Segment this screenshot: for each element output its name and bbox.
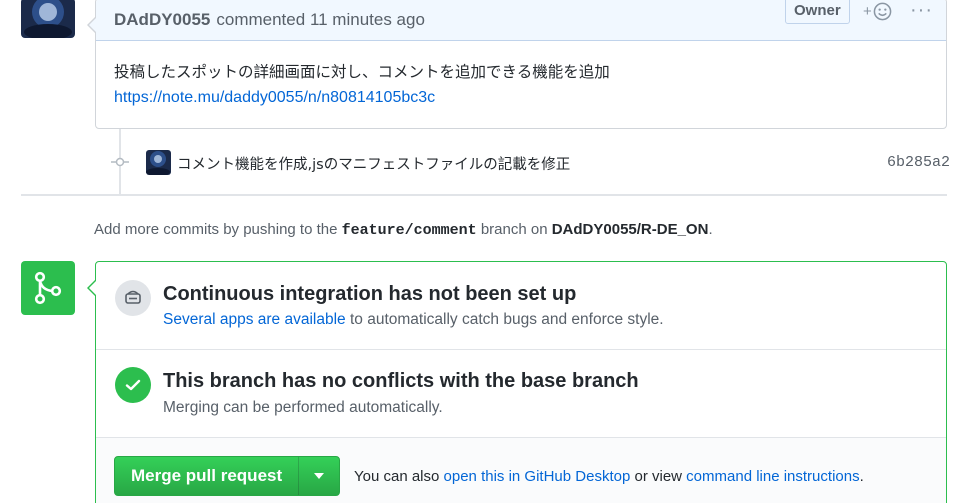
conflicts-subtitle: Merging can be performed automatically. (163, 399, 443, 416)
git-commit-icon (111, 157, 129, 167)
merge-button-group: Merge pull request (114, 456, 341, 496)
comment-author[interactable]: DAdDY0055 (114, 10, 210, 30)
push-hint-middle: branch on (476, 221, 552, 238)
conflicts-title: This branch has no conflicts with the ba… (163, 370, 639, 392)
smiley-icon (873, 2, 892, 20)
comment-author-avatar[interactable] (21, 0, 75, 38)
plus-label: + (863, 2, 872, 20)
merge-status-box: Continuous integration has not been set … (87, 261, 947, 503)
commit-sha[interactable]: 6b285a2 (887, 154, 950, 171)
merge-alt-middle: or view (630, 468, 687, 485)
push-hint: Add more commits by pushing to the featu… (94, 221, 713, 239)
merge-pull-request-button[interactable]: Merge pull request (115, 457, 300, 495)
check-icon (115, 367, 151, 403)
ci-status-icon (115, 280, 151, 316)
comment-text: 投稿したスポットの詳細画面に対し、コメントを追加できる機能を追加 (114, 63, 610, 81)
push-hint-suffix: . (708, 221, 713, 238)
merge-alt-suffix: . (859, 468, 864, 485)
add-reaction-button[interactable]: + (863, 0, 892, 22)
merge-action-section: Merge pull request You can also open thi… (96, 438, 946, 503)
comment-action: commented (216, 9, 306, 29)
merge-alt-prefix: You can also (354, 468, 444, 485)
apps-available-link[interactable]: Several apps are available (163, 311, 346, 328)
comment-timestamp[interactable]: 11 minutes ago (310, 10, 425, 30)
command-line-instructions-link[interactable]: command line instructions (686, 468, 859, 485)
ci-title: Continuous integration has not been set … (163, 283, 577, 305)
comment-box: DAdDY0055 commented 11 minutes ago Owner… (87, 0, 947, 129)
repo-name: DAdDY0055/R-DE_ON (551, 221, 709, 238)
merge-method-dropdown[interactable] (299, 457, 339, 495)
conflicts-section: This branch has no conflicts with the ba… (96, 350, 946, 438)
caret-down-icon (314, 473, 325, 479)
ci-subtitle: Several apps are available to automatica… (163, 311, 664, 329)
comment-link[interactable]: https://note.mu/daddy0055/n/n80814105bc3… (114, 85, 946, 111)
comment-body: 投稿したスポットの詳細画面に対し、コメントを追加できる機能を追加 https:/… (96, 41, 946, 111)
commit-message[interactable]: コメント機能を作成,jsのマニフェストファイルの記載を修正 (177, 153, 570, 174)
timeline-divider (21, 194, 947, 196)
commit-author-avatar[interactable] (146, 150, 171, 175)
merge-alternatives: You can also open this in GitHub Desktop… (354, 468, 864, 485)
ci-rest-text: to automatically catch bugs and enforce … (345, 311, 664, 328)
more-options-button[interactable]: ··· (910, 0, 933, 22)
owner-badge: Owner (785, 0, 850, 24)
open-github-desktop-link[interactable]: open this in GitHub Desktop (444, 468, 631, 485)
git-merge-icon (21, 261, 75, 315)
ci-section: Continuous integration has not been set … (96, 262, 946, 350)
branch-name: feature/comment (341, 222, 477, 239)
comment-header: DAdDY0055 commented 11 minutes ago Owner… (96, 0, 946, 41)
push-hint-prefix: Add more commits by pushing to the (94, 221, 342, 238)
